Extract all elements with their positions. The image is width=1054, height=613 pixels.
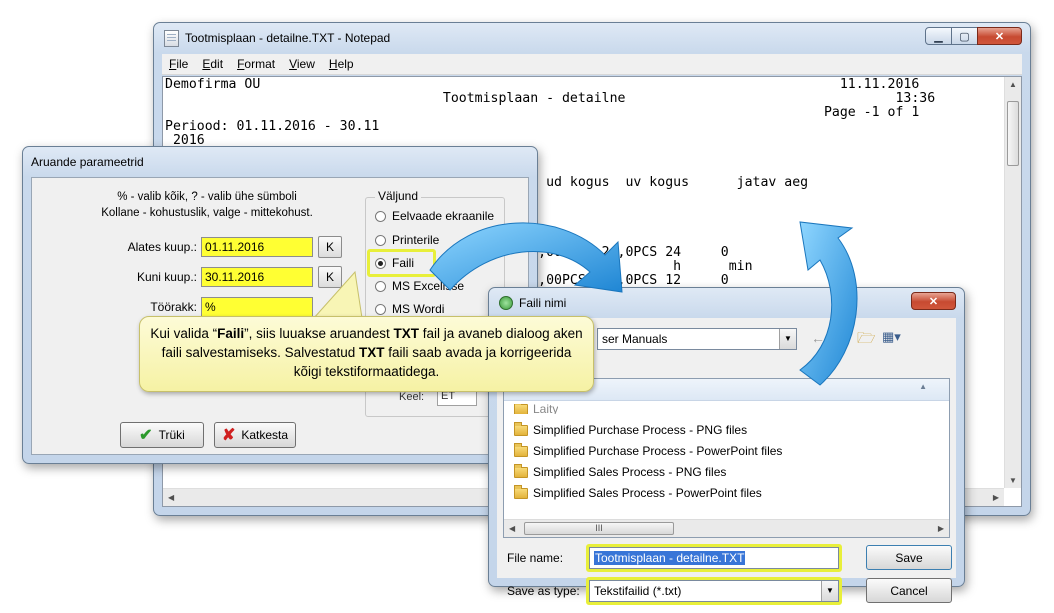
arrow-to-notepad <box>799 221 858 386</box>
flow-arrows <box>429 221 858 386</box>
callout-text-3: ”, siis luuakse aruandest <box>244 326 394 341</box>
callout-text-1: Kui valida “ <box>150 326 218 341</box>
instruction-callout: Kui valida “Faili”, siis luuakse aruande… <box>139 316 594 392</box>
arrow-to-save-dialog <box>429 222 623 293</box>
callout-text-6: TXT <box>358 345 385 360</box>
callout-text-2: Faili <box>217 326 245 341</box>
callout-text-4: TXT <box>393 326 420 341</box>
